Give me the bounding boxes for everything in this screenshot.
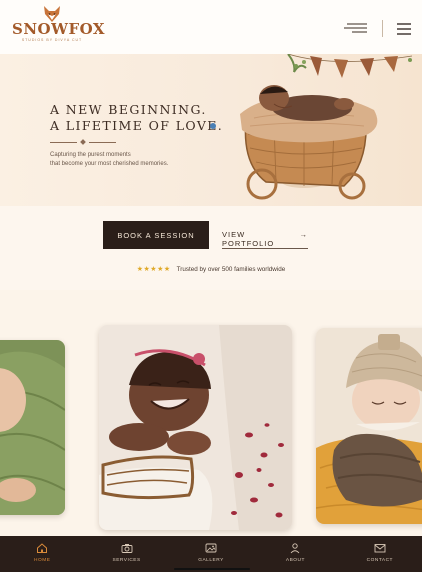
rating-stars-icon: ★★★★★: [136, 266, 171, 273]
nav-contact[interactable]: CONTACT: [338, 536, 422, 572]
mail-icon: [374, 544, 386, 553]
menu-lines-icon[interactable]: [344, 20, 370, 36]
user-icon: [291, 543, 300, 554]
hero-subtitle-line1: Capturing the purest moments: [50, 152, 131, 158]
nav-label-about: ABOUT: [285, 558, 305, 563]
baby-knit-hat-photo: [316, 328, 422, 524]
view-portfolio-label: VIEW PORTFOLIO: [222, 230, 275, 248]
hero-subtitle-line2: that become your most cherished memories…: [50, 161, 169, 167]
bottom-navigation: HOME SERVICES GALLERY ABOUT CONTACT: [0, 536, 422, 572]
header-divider: [382, 20, 383, 37]
brand-name: SNOWFOX: [12, 20, 106, 38]
carousel-indicator-dot[interactable]: [210, 123, 216, 129]
nav-label-services: SERVICES: [112, 558, 141, 563]
ornament-divider: [50, 139, 116, 145]
brand-tagline: STUDIOS BY DIVYA CUT: [21, 38, 83, 42]
hero-banner: A NEW BEGINNING. A LIFETIME OF LOVE. Cap…: [0, 54, 422, 206]
trust-rating: ★★★★★ Trusted by over 500 families world…: [0, 265, 422, 274]
book-session-button[interactable]: BOOK A SESSION: [103, 221, 209, 249]
gallery-card-green-wrap[interactable]: [0, 340, 65, 515]
hero-subtitle: Capturing the purest moments that become…: [50, 151, 168, 169]
hero-title: A NEW BEGINNING. A LIFETIME OF LOVE.: [50, 102, 223, 134]
nav-gallery[interactable]: GALLERY: [169, 536, 253, 572]
hero-title-line2: A LIFETIME OF LOVE.: [50, 118, 224, 133]
gallery-carousel[interactable]: [0, 290, 422, 536]
gallery-icon: [205, 543, 217, 553]
top-header: SNOWFOX STUDIOS BY DIVYA CUT: [0, 0, 422, 54]
nav-about[interactable]: ABOUT: [253, 536, 337, 572]
view-portfolio-link[interactable]: VIEW PORTFOLIO →: [222, 226, 308, 249]
hamburger-icon[interactable]: [396, 22, 412, 36]
hero-title-line1: A NEW BEGINNING.: [50, 102, 207, 117]
camera-icon: [121, 544, 133, 553]
trust-text: Trusted by over 500 families worldwide: [176, 265, 286, 273]
home-indicator-bar: [174, 568, 250, 570]
nav-services[interactable]: SERVICES: [84, 536, 168, 572]
nav-label-home: HOME: [34, 558, 51, 563]
brand-logo[interactable]: SNOWFOX STUDIOS BY DIVYA CUT: [12, 6, 106, 42]
home-icon: [37, 543, 48, 553]
gallery-card-smiling-baby[interactable]: [99, 325, 292, 530]
baby-green-wrap-photo: [0, 340, 65, 515]
arrow-right-icon: →: [299, 230, 308, 239]
smiling-baby-basket-photo: [99, 325, 292, 530]
nav-label-gallery: GALLERY: [198, 558, 224, 563]
gallery-card-knit-hat[interactable]: [316, 328, 422, 524]
nav-home[interactable]: HOME: [0, 536, 84, 572]
nav-label-contact: CONTACT: [366, 558, 393, 563]
hero-baby-basket-photo: [240, 54, 413, 200]
